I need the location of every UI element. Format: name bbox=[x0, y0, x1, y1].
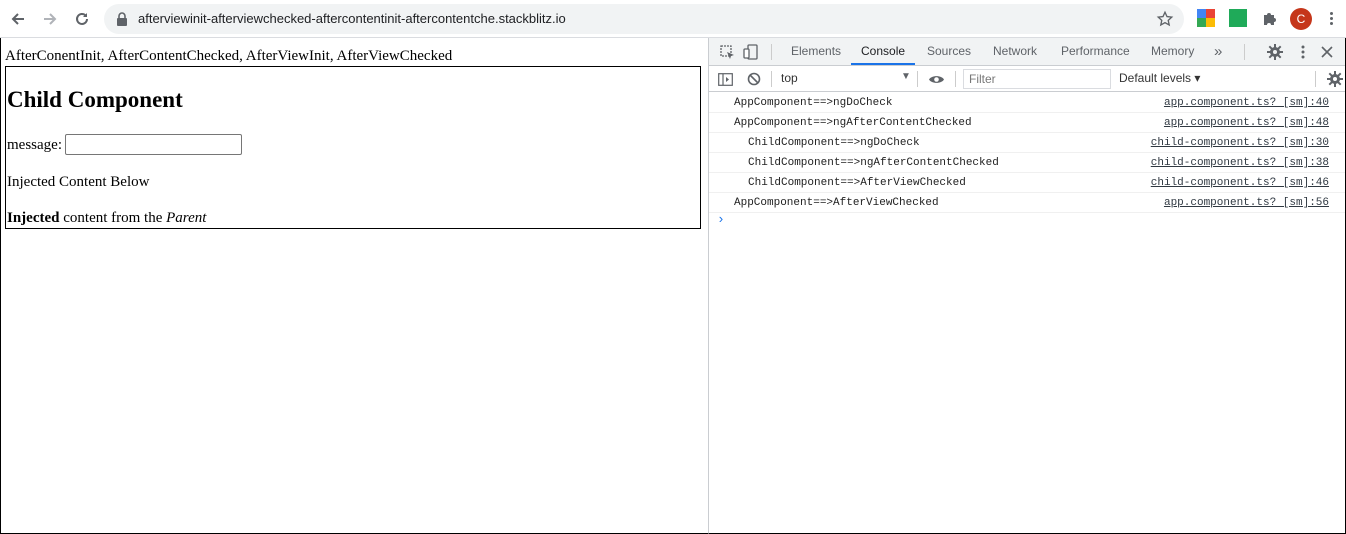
message-label: message: bbox=[7, 137, 62, 153]
log-source-link[interactable]: app.component.ts? [sm]:48 bbox=[1164, 117, 1329, 129]
tab-performance[interactable]: Performance bbox=[1061, 38, 1130, 65]
green-extension-icon[interactable] bbox=[1229, 9, 1247, 27]
console-output: AppComponent==>ngDoCheck app.component.t… bbox=[709, 93, 1345, 213]
star-icon[interactable] bbox=[1156, 10, 1174, 28]
injected-content-heading: Injected Content Below bbox=[7, 174, 150, 190]
injected-content-line: Injected content from the Parent bbox=[7, 210, 206, 227]
inspect-icon[interactable] bbox=[719, 44, 735, 60]
tab-separator bbox=[1244, 44, 1245, 60]
page-viewport: AfterConentInit, AfterContentChecked, Af… bbox=[0, 38, 708, 534]
device-toggle-icon[interactable] bbox=[743, 44, 759, 60]
filter-separator bbox=[917, 71, 918, 87]
puzzle-icon[interactable] bbox=[1261, 9, 1279, 27]
console-log-row: AppComponent==>AfterViewChecked app.comp… bbox=[709, 193, 1345, 213]
devtools-tab-bar: Elements Console Sources Network Perform… bbox=[709, 38, 1345, 66]
filter-separator bbox=[955, 71, 956, 87]
tab-separator bbox=[771, 44, 772, 60]
arrow-right-icon bbox=[44, 13, 57, 25]
close-devtools-icon[interactable] bbox=[1319, 44, 1335, 60]
browser-toolbar: afterviewinit-afterviewchecked-aftercont… bbox=[0, 0, 1346, 38]
console-log-row: ChildComponent==>AfterViewChecked child-… bbox=[709, 173, 1345, 193]
tab-sources[interactable]: Sources bbox=[927, 38, 971, 65]
lock-icon bbox=[117, 12, 127, 26]
profile-avatar[interactable]: C bbox=[1290, 8, 1312, 30]
settings-gear-icon[interactable] bbox=[1267, 44, 1283, 60]
address-bar[interactable]: afterviewinit-afterviewchecked-aftercont… bbox=[104, 4, 1184, 34]
log-source-link[interactable]: child-component.ts? [sm]:30 bbox=[1151, 137, 1329, 149]
url-text: afterviewinit-afterviewchecked-aftercont… bbox=[138, 11, 566, 26]
reload-button[interactable] bbox=[70, 7, 94, 31]
console-log-row: ChildComponent==>ngDoCheck child-compone… bbox=[709, 133, 1345, 153]
console-log-row: AppComponent==>ngAfterContentChecked app… bbox=[709, 113, 1345, 133]
browser-menu-icon[interactable] bbox=[1328, 10, 1334, 28]
injected-mid: content from the bbox=[59, 210, 167, 226]
console-filter-bar: top ▼ Default levels ▾ bbox=[709, 66, 1345, 92]
console-filter-input[interactable] bbox=[963, 69, 1111, 89]
context-dropdown-icon[interactable]: ▼ bbox=[901, 71, 911, 82]
log-message: ChildComponent==>AfterViewChecked bbox=[748, 177, 966, 189]
injected-parent: Parent bbox=[166, 210, 207, 226]
lifecycle-hooks-text: AfterConentInit, AfterContentChecked, Af… bbox=[5, 48, 453, 64]
log-message: AppComponent==>ngDoCheck bbox=[734, 97, 893, 109]
tab-elements[interactable]: Elements bbox=[791, 38, 841, 65]
devtools-menu-icon[interactable] bbox=[1295, 44, 1311, 60]
console-prompt[interactable]: › bbox=[717, 212, 725, 227]
forward-button[interactable] bbox=[38, 7, 62, 31]
context-select[interactable]: top bbox=[781, 71, 798, 85]
log-source-link[interactable]: child-component.ts? [sm]:46 bbox=[1151, 177, 1329, 189]
log-message: AppComponent==>ngAfterContentChecked bbox=[734, 117, 972, 129]
log-message: ChildComponent==>ngAfterContentChecked bbox=[748, 157, 999, 169]
filter-separator bbox=[771, 71, 772, 87]
console-log-row: ChildComponent==>ngAfterContentChecked c… bbox=[709, 153, 1345, 173]
back-button[interactable] bbox=[6, 7, 30, 31]
clear-console-icon[interactable] bbox=[746, 71, 762, 87]
message-input[interactable] bbox=[65, 134, 242, 155]
child-component-box: Child Component message: Injected Conten… bbox=[5, 66, 701, 229]
reload-icon bbox=[76, 12, 88, 25]
log-source-link[interactable]: child-component.ts? [sm]:38 bbox=[1151, 157, 1329, 169]
log-source-link[interactable]: app.component.ts? [sm]:40 bbox=[1164, 97, 1329, 109]
filter-separator bbox=[1315, 71, 1316, 87]
injected-bold: Injected bbox=[7, 210, 60, 226]
child-heading: Child Component bbox=[7, 87, 183, 112]
tab-console[interactable]: Console bbox=[851, 38, 916, 65]
log-source-link[interactable]: app.component.ts? [sm]:56 bbox=[1164, 197, 1329, 209]
tab-memory[interactable]: Memory bbox=[1151, 38, 1194, 65]
log-levels-dropdown[interactable]: Default levels ▾ bbox=[1119, 71, 1200, 85]
log-message: AppComponent==>AfterViewChecked bbox=[734, 197, 939, 209]
devtools-panel: Elements Console Sources Network Perform… bbox=[708, 38, 1346, 534]
console-settings-icon[interactable] bbox=[1327, 71, 1343, 87]
tab-network[interactable]: Network bbox=[993, 38, 1037, 65]
more-tabs-button[interactable]: » bbox=[1214, 38, 1222, 65]
log-message: ChildComponent==>ngDoCheck bbox=[748, 137, 920, 149]
eye-icon[interactable] bbox=[927, 71, 945, 87]
google-extension-icon[interactable] bbox=[1197, 9, 1215, 27]
sidebar-toggle-icon[interactable] bbox=[717, 71, 733, 87]
console-log-row: AppComponent==>ngDoCheck app.component.t… bbox=[709, 93, 1345, 113]
arrow-left-icon bbox=[11, 13, 24, 25]
